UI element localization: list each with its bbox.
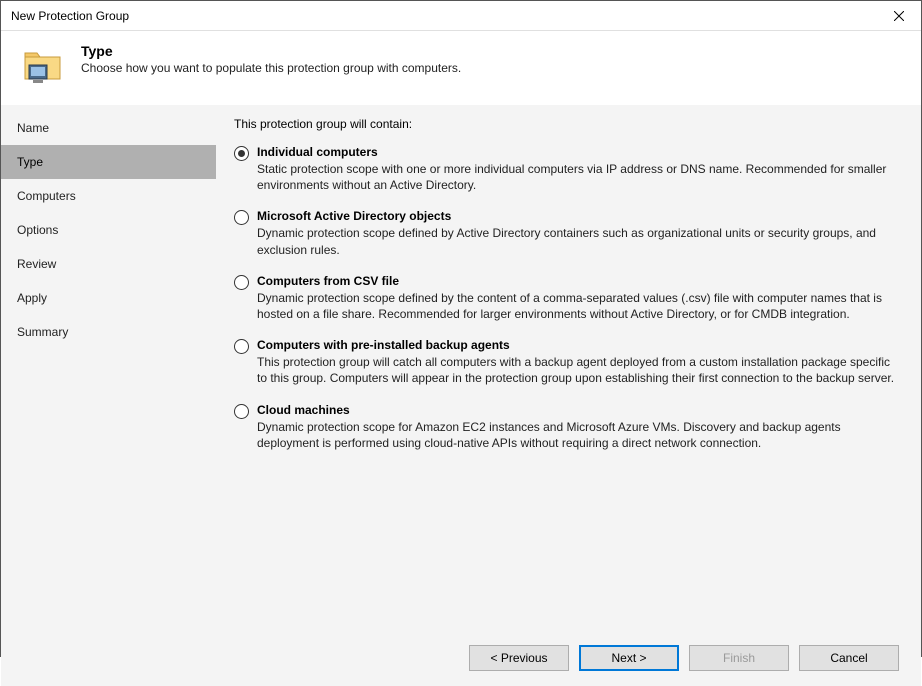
sidebar-item-review[interactable]: Review xyxy=(1,247,216,281)
option-individual-computers[interactable]: Individual computers Static protection s… xyxy=(234,145,897,193)
header-text: Type Choose how you want to populate thi… xyxy=(81,43,461,75)
option-text: Individual computers Static protection s… xyxy=(257,145,897,193)
content-intro: This protection group will contain: xyxy=(234,117,897,131)
option-title: Computers with pre-installed backup agen… xyxy=(257,338,897,352)
content-area: This protection group will contain: Indi… xyxy=(216,105,921,630)
sidebar-item-apply[interactable]: Apply xyxy=(1,281,216,315)
window-title: New Protection Group xyxy=(11,9,129,23)
option-desc: Dynamic protection scope defined by the … xyxy=(257,290,897,322)
sidebar-item-type[interactable]: Type xyxy=(1,145,216,179)
sidebar-item-options[interactable]: Options xyxy=(1,213,216,247)
option-desc: Dynamic protection scope defined by Acti… xyxy=(257,225,897,257)
option-text: Computers with pre-installed backup agen… xyxy=(257,338,897,386)
close-icon xyxy=(894,11,904,21)
option-active-directory[interactable]: Microsoft Active Directory objects Dynam… xyxy=(234,209,897,257)
wizard-body: Name Type Computers Options Review Apply… xyxy=(1,105,921,630)
option-csv-file[interactable]: Computers from CSV file Dynamic protecti… xyxy=(234,274,897,322)
option-desc: This protection group will catch all com… xyxy=(257,354,897,386)
page-title: Type xyxy=(81,43,461,59)
wizard-header: Type Choose how you want to populate thi… xyxy=(1,31,921,105)
option-cloud-machines[interactable]: Cloud machines Dynamic protection scope … xyxy=(234,403,897,451)
option-preinstalled-agents[interactable]: Computers with pre-installed backup agen… xyxy=(234,338,897,386)
close-button[interactable] xyxy=(876,1,921,31)
option-title: Individual computers xyxy=(257,145,897,159)
option-title: Computers from CSV file xyxy=(257,274,897,288)
finish-button: Finish xyxy=(689,645,789,671)
previous-button[interactable]: < Previous xyxy=(469,645,569,671)
option-title: Microsoft Active Directory objects xyxy=(257,209,897,223)
radio-cloud-machines[interactable] xyxy=(234,404,249,419)
radio-individual-computers[interactable] xyxy=(234,146,249,161)
sidebar-item-name[interactable]: Name xyxy=(1,111,216,145)
option-text: Computers from CSV file Dynamic protecti… xyxy=(257,274,897,322)
wizard-footer: < Previous Next > Finish Cancel xyxy=(1,630,921,686)
header-icon xyxy=(19,43,67,91)
sidebar: Name Type Computers Options Review Apply… xyxy=(1,105,216,630)
sidebar-item-computers[interactable]: Computers xyxy=(1,179,216,213)
option-text: Microsoft Active Directory objects Dynam… xyxy=(257,209,897,257)
cancel-button[interactable]: Cancel xyxy=(799,645,899,671)
radio-csv-file[interactable] xyxy=(234,275,249,290)
option-desc: Dynamic protection scope for Amazon EC2 … xyxy=(257,419,897,451)
option-title: Cloud machines xyxy=(257,403,897,417)
option-text: Cloud machines Dynamic protection scope … xyxy=(257,403,897,451)
page-subtitle: Choose how you want to populate this pro… xyxy=(81,61,461,75)
radio-preinstalled-agents[interactable] xyxy=(234,339,249,354)
next-button[interactable]: Next > xyxy=(579,645,679,671)
radio-active-directory[interactable] xyxy=(234,210,249,225)
sidebar-item-summary[interactable]: Summary xyxy=(1,315,216,349)
titlebar: New Protection Group xyxy=(1,1,921,31)
folder-computer-icon xyxy=(19,43,67,91)
option-desc: Static protection scope with one or more… xyxy=(257,161,897,193)
